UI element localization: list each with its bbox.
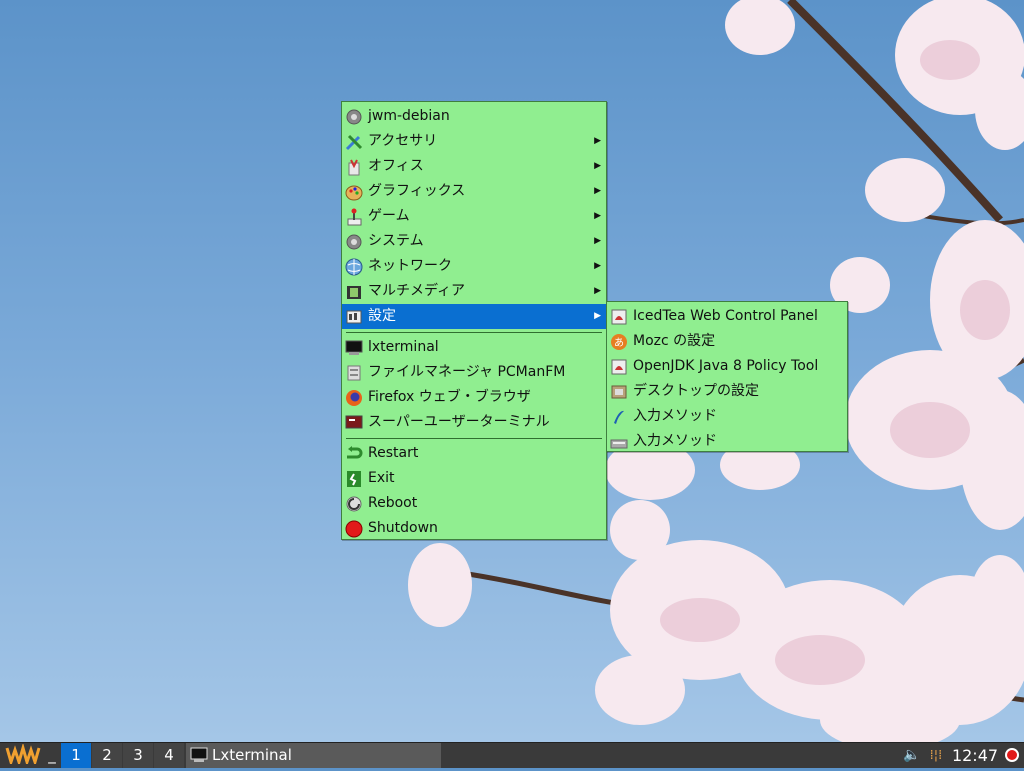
submenu-item[interactable]: デスクトップの設定 [607, 379, 847, 404]
menu-separator [346, 438, 602, 439]
menu-item[interactable]: アクセサリ ▶ [342, 129, 606, 154]
menu-item-label: ファイルマネージャ PCManFM [368, 364, 566, 380]
graphics-palette-icon [345, 183, 363, 201]
volume-icon[interactable]: 🔈 [903, 743, 921, 768]
menu-item-label: ネットワーク [368, 258, 452, 274]
submenu-item-label: IcedTea Web Control Panel [633, 308, 818, 324]
settings-submenu: IcedTea Web Control Panel あ Mozc の設定 OpenJD… [606, 301, 848, 452]
task-lxterminal[interactable]: Lxterminal [186, 743, 441, 768]
menu-item[interactable]: ファイルマネージャ PCManFM [342, 360, 606, 385]
root-terminal-icon [345, 414, 363, 432]
menu-item[interactable]: グラフィックス ▶ [342, 179, 606, 204]
firefox-icon [345, 389, 363, 407]
submenu-item[interactable]: 入力メソッド [607, 429, 847, 454]
keyboard-input-icon [610, 433, 628, 451]
menu-item-label: アクセサリ [368, 133, 438, 149]
system-gear-icon [345, 233, 363, 251]
desktop-settings-icon [610, 383, 628, 401]
menu-item-label: スーパーユーザーターミナル [368, 414, 550, 430]
exit-door-icon [345, 470, 363, 488]
input-method-icon [610, 408, 628, 426]
network-globe-icon [345, 258, 363, 276]
submenu-arrow-icon: ▶ [594, 311, 601, 321]
submenu-item-label: 入力メソッド [633, 408, 717, 424]
terminal-icon [345, 339, 363, 357]
menu-item-label: Restart [368, 445, 419, 461]
menu-item-label: グラフィックス [368, 183, 466, 199]
svg-text:あ: あ [614, 337, 624, 349]
submenu-item-label: Mozc の設定 [633, 333, 716, 349]
menu-item[interactable]: 設定 ▶ [342, 304, 606, 329]
submenu-item-label: OpenJDK Java 8 Policy Tool [633, 358, 819, 374]
office-icon [345, 158, 363, 176]
clock[interactable]: 12:47 [950, 743, 1000, 768]
submenu-arrow-icon: ▶ [594, 261, 601, 271]
menu-item[interactable]: Exit [342, 466, 606, 491]
menu-item[interactable]: lxterminal [342, 335, 606, 360]
menu-item-label: Firefox ウェブ・ブラウザ [368, 389, 531, 405]
menu-item-label: 設定 [368, 308, 396, 324]
mozc-icon: あ [610, 333, 628, 351]
task-label: Lxterminal [212, 746, 292, 764]
menu-item-label: Exit [368, 470, 395, 486]
menu-item[interactable]: Reboot [342, 491, 606, 516]
menu-item-label: マルチメディア [368, 283, 466, 299]
jwm-logo-icon [5, 742, 41, 768]
submenu-arrow-icon: ▶ [594, 161, 601, 171]
minimize-button[interactable]: _ [44, 743, 60, 768]
menu-item[interactable]: jwm-debian [342, 104, 606, 129]
file-manager-icon [345, 364, 363, 382]
menu-item-label: システム [368, 233, 424, 249]
workspace-3-button[interactable]: 3 [123, 743, 153, 768]
submenu-arrow-icon: ▶ [594, 136, 601, 146]
submenu-arrow-icon: ▶ [594, 186, 601, 196]
workspace-4-button[interactable]: 4 [154, 743, 184, 768]
menu-item-label: jwm-debian [368, 108, 450, 124]
submenu-item[interactable]: IcedTea Web Control Panel [607, 304, 847, 329]
reboot-icon [345, 495, 363, 513]
root-menu: jwm-debian アクセサリ ▶ オフィス ▶ グラフィックス ▶ ゲーム ▶ システム ▶ ネッ… [341, 101, 607, 540]
submenu-item[interactable]: OpenJDK Java 8 Policy Tool [607, 354, 847, 379]
multimedia-film-icon [345, 283, 363, 301]
submenu-arrow-icon: ▶ [594, 236, 601, 246]
java-policy-icon [610, 358, 628, 376]
accessories-icon [345, 133, 363, 151]
taskbar: _ 1 2 3 4 Lxterminal 🔈 ⁞¦⁞ 12:47 [0, 742, 1024, 768]
menu-item[interactable]: Restart [342, 441, 606, 466]
menu-item[interactable]: Shutdown [342, 516, 606, 541]
network-icon[interactable]: ⁞¦⁞ [926, 743, 946, 768]
submenu-item[interactable]: 入力メソッド [607, 404, 847, 429]
workspace-1-button[interactable]: 1 [61, 743, 91, 768]
submenu-arrow-icon: ▶ [594, 286, 601, 296]
game-joystick-icon [345, 208, 363, 226]
menu-item-label: ゲーム [368, 208, 410, 224]
menu-item[interactable]: ネットワーク ▶ [342, 254, 606, 279]
gear-icon [345, 108, 363, 126]
menu-item[interactable]: オフィス ▶ [342, 154, 606, 179]
menu-item[interactable]: スーパーユーザーターミナル [342, 410, 606, 435]
menu-item-label: オフィス [368, 158, 424, 174]
menu-item-label: lxterminal [368, 339, 439, 355]
menu-item[interactable]: Firefox ウェブ・ブラウザ [342, 385, 606, 410]
jwm-logo-button[interactable] [2, 742, 44, 768]
menu-item[interactable]: ゲーム ▶ [342, 204, 606, 229]
shutdown-red-icon [345, 520, 363, 538]
submenu-item-label: デスクトップの設定 [633, 383, 759, 399]
menu-item[interactable]: マルチメディア ▶ [342, 279, 606, 304]
shutdown-icon[interactable] [1001, 743, 1023, 768]
restart-arrow-icon [345, 445, 363, 463]
submenu-item[interactable]: あ Mozc の設定 [607, 329, 847, 354]
settings-icon [345, 308, 363, 326]
menu-separator [346, 332, 602, 333]
menu-item-label: Reboot [368, 495, 418, 511]
workspace-2-button[interactable]: 2 [92, 743, 122, 768]
terminal-icon [190, 746, 208, 762]
submenu-arrow-icon: ▶ [594, 211, 601, 221]
java-icedtea-icon [610, 308, 628, 326]
menu-item-label: Shutdown [368, 520, 438, 536]
submenu-item-label: 入力メソッド [633, 433, 717, 449]
menu-item[interactable]: システム ▶ [342, 229, 606, 254]
